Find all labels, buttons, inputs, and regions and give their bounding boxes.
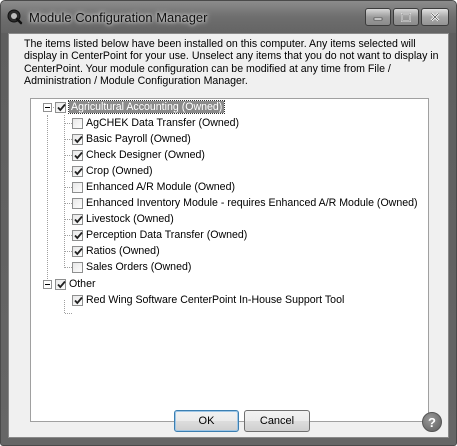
checkbox-agchek[interactable]	[72, 117, 83, 129]
checkbox-livestock[interactable]	[72, 213, 83, 225]
ok-button[interactable]: OK	[174, 410, 239, 432]
checkbox-crop[interactable]	[72, 165, 83, 177]
tree-item-label: Check Designer (Owned)	[86, 149, 205, 161]
tree-group-agricultural[interactable]: Agricultural Accounting (Owned)	[55, 99, 226, 115]
tree-item-label: AgCHEK Data Transfer (Owned)	[86, 117, 240, 129]
tree-item-ratios[interactable]: Ratios (Owned)	[72, 243, 160, 259]
collapse-toggle-agricultural[interactable]	[43, 103, 52, 112]
tree-group-other[interactable]: Other	[55, 276, 96, 292]
tree-line	[65, 313, 72, 314]
checkbox-support-tool[interactable]	[72, 294, 83, 306]
tree-item-basic-payroll[interactable]: Basic Payroll (Owned)	[72, 131, 191, 147]
tree-item-enhanced-inventory[interactable]: Enhanced Inventory Module - requires Enh…	[72, 195, 418, 211]
maximize-icon	[401, 12, 411, 22]
tree-item-label: Crop (Owned)	[86, 165, 153, 177]
tree-line	[65, 203, 72, 204]
checkbox-other[interactable]	[55, 278, 66, 290]
tree-item-check-designer[interactable]: Check Designer (Owned)	[72, 147, 205, 163]
close-icon	[430, 12, 440, 22]
checkmark-icon	[74, 296, 83, 304]
tree-line	[65, 123, 72, 124]
title-bar[interactable]: Module Configuration Manager	[1, 1, 456, 33]
tree-group-label: Agricultural Accounting (Owned)	[67, 100, 226, 114]
help-icon[interactable]: ?	[422, 412, 442, 432]
checkmark-icon	[74, 167, 83, 175]
minimize-button[interactable]	[365, 8, 391, 26]
checkmark-icon	[74, 231, 83, 239]
tree-item-label: Ratios (Owned)	[86, 245, 160, 257]
checkbox-perception[interactable]	[72, 229, 83, 241]
tree-item-agchek[interactable]: AgCHEK Data Transfer (Owned)	[72, 115, 239, 131]
tree-item-enhanced-ar[interactable]: Enhanced A/R Module (Owned)	[72, 179, 235, 195]
tree-item-label: Sales Orders (Owned)	[86, 261, 192, 273]
tree-line	[47, 115, 48, 289]
checkbox-enhanced-inventory[interactable]	[72, 197, 83, 209]
cancel-button[interactable]: Cancel	[244, 410, 310, 432]
tree-item-label: Livestock (Owned)	[86, 213, 174, 225]
checkmark-icon	[57, 280, 66, 288]
description-text: The items listed below have been install…	[24, 38, 439, 88]
module-tree[interactable]: Agricultural Accounting (Owned) AgCHEK D…	[30, 98, 429, 422]
tree-group-label: Other	[69, 278, 96, 290]
tree-line	[64, 300, 65, 313]
maximize-button[interactable]	[393, 8, 419, 26]
tree-item-livestock[interactable]: Livestock (Owned)	[72, 211, 174, 227]
app-icon	[7, 9, 23, 25]
checkmark-icon	[74, 215, 83, 223]
tree-item-label: Perception Data Transfer (Owned)	[86, 229, 248, 241]
tree-line	[65, 139, 72, 140]
minimize-icon	[373, 17, 383, 21]
tree-line	[65, 251, 72, 252]
checkbox-agricultural[interactable]	[55, 101, 66, 113]
checkbox-ratios[interactable]	[72, 245, 83, 257]
close-button[interactable]	[421, 8, 449, 26]
window-title: Module Configuration Manager	[29, 10, 208, 25]
checkbox-sales-orders[interactable]	[72, 261, 83, 273]
checkmark-icon	[74, 247, 83, 255]
tree-line	[65, 171, 72, 172]
tree-line	[65, 219, 72, 220]
checkbox-check-designer[interactable]	[72, 149, 83, 161]
tree-item-label: Enhanced A/R Module (Owned)	[86, 181, 235, 193]
tree-line	[65, 235, 72, 236]
tree-line	[65, 187, 72, 188]
tree-line	[65, 155, 72, 156]
module-config-window: Module Configuration Manager The items l…	[0, 0, 457, 446]
tree-item-label: Red Wing Software CenterPoint In-House S…	[86, 294, 345, 306]
checkmark-icon	[57, 103, 66, 111]
checkmark-icon	[74, 151, 83, 159]
dialog-body: The items listed below have been install…	[8, 33, 449, 438]
tree-line	[65, 267, 72, 268]
tree-line	[64, 115, 65, 268]
tree-item-label: Basic Payroll (Owned)	[86, 133, 191, 145]
tree-item-support-tool[interactable]: Red Wing Software CenterPoint In-House S…	[72, 292, 344, 308]
collapse-toggle-other[interactable]	[43, 280, 52, 289]
tree-item-sales-orders[interactable]: Sales Orders (Owned)	[72, 259, 191, 275]
tree-item-crop[interactable]: Crop (Owned)	[72, 163, 153, 179]
tree-item-label: Enhanced Inventory Module - requires Enh…	[86, 197, 418, 209]
tree-item-perception[interactable]: Perception Data Transfer (Owned)	[72, 227, 247, 243]
checkbox-enhanced-ar[interactable]	[72, 181, 83, 193]
checkbox-basic-payroll[interactable]	[72, 133, 83, 145]
checkmark-icon	[74, 135, 83, 143]
